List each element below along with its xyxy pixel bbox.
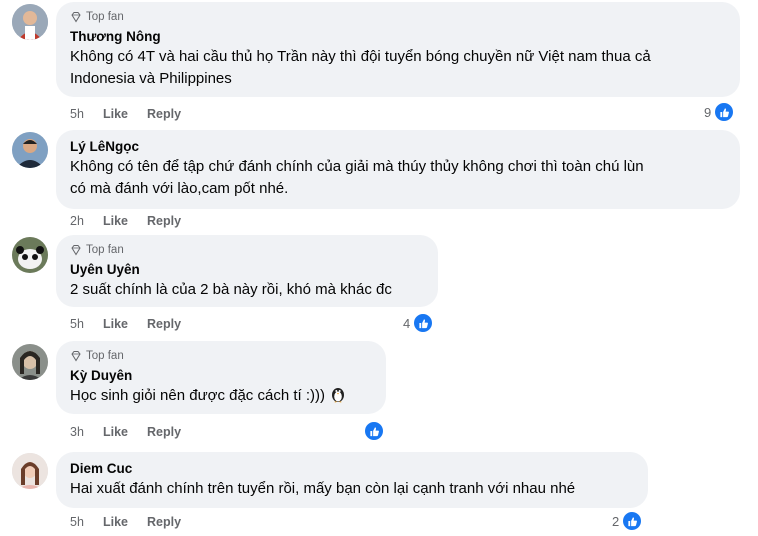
thumbs-up-icon <box>621 510 644 532</box>
comment-bubble: Top fan Thương Nông Không có 4T và hai c… <box>56 2 740 97</box>
author-name[interactable]: Kỳ Duyên <box>70 367 374 384</box>
author-name[interactable]: Thương Nông <box>70 28 728 45</box>
comment-text: Không có 4T và hai cầu thủ họ Trần này t… <box>70 48 651 87</box>
reply-button[interactable]: Reply <box>147 425 181 439</box>
avatar[interactable] <box>12 132 48 168</box>
like-button[interactable]: Like <box>103 317 147 331</box>
like-button[interactable]: Like <box>103 425 147 439</box>
reaction-count[interactable] <box>363 420 385 442</box>
avatar[interactable] <box>12 344 48 380</box>
timestamp[interactable]: 3h <box>70 425 103 439</box>
comment-bubble: Lý LêNgọc Không có tên để tập chứ đánh c… <box>56 130 740 209</box>
author-name[interactable]: Diem Cuc <box>70 460 636 477</box>
thumbs-up-icon <box>713 101 736 123</box>
diamond-icon <box>71 351 81 362</box>
comment-actions: 5h Like Reply <box>70 316 181 332</box>
comment-actions: 5h Like Reply <box>70 106 181 122</box>
timestamp[interactable]: 2h <box>70 214 103 228</box>
reaction-count[interactable]: 9 <box>704 101 736 123</box>
timestamp[interactable]: 5h <box>70 107 103 121</box>
author-name[interactable]: Lý LêNgọc <box>70 138 728 155</box>
comment-actions: 5h Like Reply <box>70 514 181 530</box>
reaction-count[interactable]: 2 <box>612 510 644 532</box>
timestamp[interactable]: 5h <box>70 317 103 331</box>
like-button[interactable]: Like <box>103 214 147 228</box>
avatar[interactable] <box>12 237 48 273</box>
comment-bubble: Top fan Uyên Uyên 2 suất chính là của 2 … <box>56 235 438 307</box>
reply-button[interactable]: Reply <box>147 214 181 228</box>
penguin-emoji-icon <box>329 385 347 410</box>
comment-bubble: Diem Cuc Hai xuất đánh chính trên tuyển … <box>56 452 648 508</box>
thumbs-up-icon <box>363 420 385 442</box>
comment-text: Học sinh giỏi nên được đặc cách tí :))) <box>70 385 374 410</box>
reply-button[interactable]: Reply <box>147 317 181 331</box>
comment-bubble: Top fan Kỳ Duyên Học sinh giỏi nên được … <box>56 341 386 414</box>
avatar[interactable] <box>12 453 48 489</box>
diamond-icon <box>71 12 81 23</box>
comment-text: Không có tên để tập chứ đánh chính của g… <box>70 158 644 197</box>
comment-text: Hai xuất đánh chính trên tuyển rồi, mấy … <box>70 480 576 497</box>
top-fan-badge: Top fan <box>70 243 426 257</box>
top-fan-badge: Top fan <box>70 349 374 363</box>
comment-actions: 2h Like Reply <box>70 213 181 229</box>
top-fan-badge: Top fan <box>70 10 728 24</box>
author-name[interactable]: Uyên Uyên <box>70 261 426 278</box>
like-button[interactable]: Like <box>103 107 147 121</box>
timestamp[interactable]: 5h <box>70 515 103 529</box>
reply-button[interactable]: Reply <box>147 515 181 529</box>
comment-actions: 3h Like Reply <box>70 424 181 440</box>
reply-button[interactable]: Reply <box>147 107 181 121</box>
comment-text: 2 suất chính là của 2 bà này rồi, khó mà… <box>70 281 392 298</box>
thumbs-up-icon <box>412 312 435 334</box>
avatar[interactable] <box>12 4 48 40</box>
diamond-icon <box>71 245 81 256</box>
like-button[interactable]: Like <box>103 515 147 529</box>
reaction-count[interactable]: 4 <box>403 312 435 334</box>
